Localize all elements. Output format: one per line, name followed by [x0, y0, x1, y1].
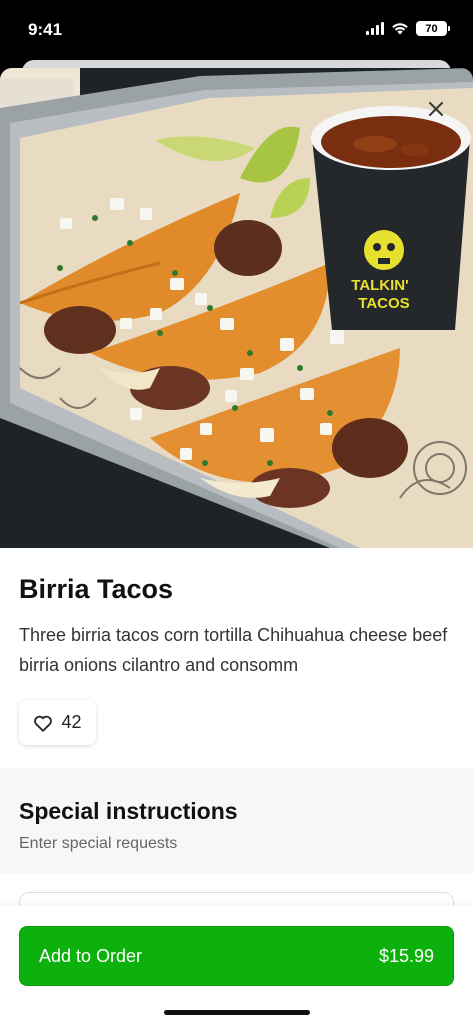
- item-title: Birria Tacos: [19, 574, 174, 604]
- bottom-bar: Add to Order $15.99: [0, 906, 473, 1024]
- close-icon: [429, 102, 443, 116]
- like-button[interactable]: 42: [19, 700, 96, 745]
- order-price: $15.99: [378, 945, 434, 966]
- special-instructions-title: Special instructions: [19, 798, 238, 824]
- home-indicator: [164, 1010, 310, 1015]
- wifi-icon: [392, 23, 408, 35]
- item-detail-sheet: TALKIN' TACOS Birria Tacos Three birria …: [0, 68, 473, 1024]
- battery-icon: 70: [416, 21, 450, 36]
- special-instructions-section: Special instructions Enter special reque…: [0, 768, 473, 874]
- status-time: 9:41: [28, 20, 63, 39]
- special-instructions-hint: Enter special requests: [19, 835, 178, 852]
- status-icons: 70: [366, 21, 450, 36]
- add-to-order-button[interactable]: Add to Order $15.99: [19, 926, 454, 986]
- item-description: Three birria tacos corn tortilla Chihuah…: [19, 625, 448, 675]
- food-photo: TALKIN' TACOS: [0, 68, 473, 548]
- heart-icon: [34, 715, 53, 732]
- status-bar: 9:41 70: [0, 0, 473, 60]
- like-count: 42: [61, 712, 82, 732]
- cup-brand-text-line1: TALKIN': [351, 277, 408, 294]
- add-to-order-label: Add to Order: [39, 945, 143, 966]
- cellular-signal-icon: [366, 22, 384, 35]
- cup-brand-text-line2: TACOS: [358, 295, 409, 312]
- close-button[interactable]: [421, 94, 451, 124]
